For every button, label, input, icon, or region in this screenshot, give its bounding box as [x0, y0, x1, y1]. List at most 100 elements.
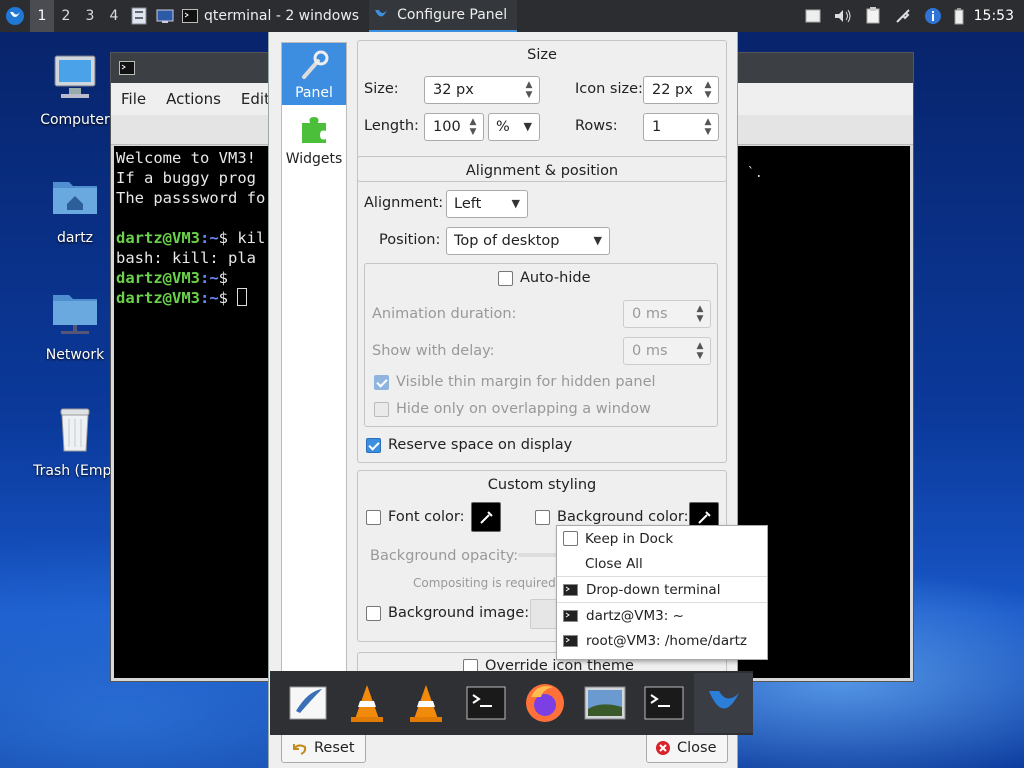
workspace-4[interactable]: 4: [102, 0, 126, 32]
updates-tray[interactable]: [918, 0, 948, 32]
menu-item-root-terminal[interactable]: root@VM3: /home/dartz: [557, 628, 767, 653]
alignment-combo[interactable]: Left ▼: [446, 190, 528, 218]
overlap-checkbox-row[interactable]: Hide only on overlapping a window: [374, 401, 651, 417]
autohide-checkbox[interactable]: [498, 270, 513, 286]
animation-duration-value: 0 ms: [632, 306, 668, 322]
terminal-icon: [563, 634, 578, 647]
network-tray[interactable]: [888, 0, 918, 32]
font-color-button[interactable]: [471, 502, 501, 532]
battery-icon: [954, 8, 964, 25]
bg-color-checkbox-row[interactable]: Background color:: [535, 509, 688, 525]
icon-size-value: 22 px: [652, 82, 693, 98]
terminal-cursor: [237, 288, 248, 306]
prompt-user: dartz@VM3: [116, 269, 200, 287]
dock-item-terminal[interactable]: [456, 673, 515, 733]
reserve-space-checkbox-row[interactable]: Reserve space on display: [366, 437, 572, 453]
terminal-icon: [563, 609, 578, 622]
length-spinbox[interactable]: 100 ▲ ▼: [424, 113, 484, 141]
thin-margin-checkbox-row[interactable]: Visible thin margin for hidden panel: [374, 374, 656, 390]
system-tray: 15:53: [798, 0, 1024, 32]
overlap-checkbox[interactable]: [374, 401, 389, 417]
autohide-checkbox-row[interactable]: Auto-hide: [498, 270, 591, 286]
dock-context-menu: Keep in Dock Close All Drop-down termina…: [556, 525, 768, 660]
prompt-path: :~: [200, 269, 219, 287]
show-desktop-button[interactable]: [152, 0, 178, 32]
file-manager-launcher[interactable]: [126, 0, 152, 32]
clipboard-tray[interactable]: [798, 0, 828, 32]
overlap-label: Hide only on overlapping a window: [396, 401, 651, 417]
spin-arrows-icon[interactable]: ▲ ▼: [702, 117, 714, 137]
notes-icon: [866, 7, 880, 24]
dock-item-terminal-2[interactable]: [634, 673, 693, 733]
chevron-down-icon: ▼: [511, 197, 520, 210]
spin-arrows-icon[interactable]: ▲ ▼: [694, 304, 706, 324]
workspace-2[interactable]: 2: [54, 0, 78, 32]
menu-item-dartz-terminal[interactable]: dartz@VM3: ~: [557, 603, 767, 628]
sidebar-item-label: Panel: [295, 85, 333, 101]
dock-item-firefox[interactable]: [516, 673, 575, 733]
position-label: Position:: [379, 232, 441, 248]
font-color-checkbox[interactable]: [366, 509, 381, 525]
menu-item-keep-in-dock[interactable]: Keep in Dock: [557, 526, 767, 551]
animation-duration-spinbox[interactable]: 0 ms ▲ ▼: [623, 300, 711, 328]
position-combo[interactable]: Top of desktop ▼: [446, 227, 610, 255]
menu-file[interactable]: File: [111, 90, 156, 108]
bg-image-checkbox-row[interactable]: Background image:: [366, 605, 529, 621]
terminal-fragment: `.: [747, 166, 763, 181]
alignment-value: Left: [454, 196, 482, 212]
sidebar-item-panel[interactable]: Panel: [282, 43, 346, 105]
text-editor-icon: [289, 686, 327, 720]
dock-item-vlc-2[interactable]: [397, 673, 456, 733]
reserve-space-checkbox[interactable]: [366, 437, 381, 453]
dock-item-vlc[interactable]: [337, 673, 396, 733]
battery-tray[interactable]: [948, 0, 970, 32]
info-icon: [924, 8, 941, 24]
prompt-command: $ kil: [218, 229, 266, 247]
task-qterminal-label: qterminal - 2 windows: [204, 8, 360, 24]
dock-item-lxqt[interactable]: [693, 673, 753, 733]
prompt-command: $: [218, 289, 238, 307]
icon-size-spinbox[interactable]: 22 px ▲ ▼: [643, 76, 719, 104]
workspace-3[interactable]: 3: [78, 0, 102, 32]
notes-tray[interactable]: [858, 0, 888, 32]
sidebar-item-widgets[interactable]: Widgets: [282, 105, 346, 171]
spin-arrows-icon[interactable]: ▲ ▼: [467, 117, 479, 137]
size-spinbox[interactable]: 32 px ▲ ▼: [424, 76, 540, 104]
thin-margin-checkbox[interactable]: [374, 374, 389, 390]
show-delay-spinbox[interactable]: 0 ms ▲ ▼: [623, 337, 711, 365]
custom-styling-title: Custom styling: [487, 477, 597, 493]
bg-color-checkbox[interactable]: [535, 509, 550, 525]
file-cabinet-icon: [131, 7, 147, 25]
menu-item-label: dartz@VM3: ~: [586, 607, 684, 624]
spin-arrows-icon[interactable]: ▲ ▼: [694, 341, 706, 361]
lxqt-icon: [709, 691, 740, 709]
reserve-space-label: Reserve space on display: [388, 437, 573, 453]
menu-item-dropdown-terminal[interactable]: Drop-down terminal: [557, 577, 767, 602]
spin-arrows-icon[interactable]: ▲ ▼: [523, 80, 535, 100]
keep-in-dock-checkbox[interactable]: [563, 531, 578, 546]
vlc-icon: [351, 685, 384, 722]
home-folder-icon: [53, 182, 97, 214]
computer-icon: [54, 55, 96, 98]
size-group-title: Size: [527, 47, 557, 63]
volume-tray[interactable]: [828, 0, 858, 32]
menu-item-close-all[interactable]: Close All: [557, 551, 767, 576]
font-color-checkbox-row[interactable]: Font color:: [366, 509, 465, 525]
reset-button[interactable]: Reset: [281, 733, 366, 763]
dock-item-image-viewer[interactable]: [575, 673, 634, 733]
menu-actions[interactable]: Actions: [156, 90, 231, 108]
length-unit-combo[interactable]: % ▼: [488, 113, 540, 141]
vlc-icon: [410, 685, 443, 722]
spin-arrows-icon[interactable]: ▲ ▼: [702, 80, 714, 100]
chevron-down-icon: ▼: [593, 234, 602, 247]
rows-spinbox[interactable]: 1 ▲ ▼: [643, 113, 719, 141]
task-configure-panel[interactable]: Configure Panel: [369, 0, 518, 32]
length-unit-value: %: [496, 119, 510, 135]
dock-item-text-editor[interactable]: [278, 673, 337, 733]
workspace-1[interactable]: 1: [30, 0, 54, 32]
clock[interactable]: 15:53: [970, 8, 1024, 24]
bg-image-checkbox[interactable]: [366, 605, 381, 621]
main-menu-button[interactable]: [0, 0, 30, 32]
close-button[interactable]: Close: [646, 733, 728, 763]
task-qterminal[interactable]: qterminal - 2 windows: [178, 0, 369, 32]
